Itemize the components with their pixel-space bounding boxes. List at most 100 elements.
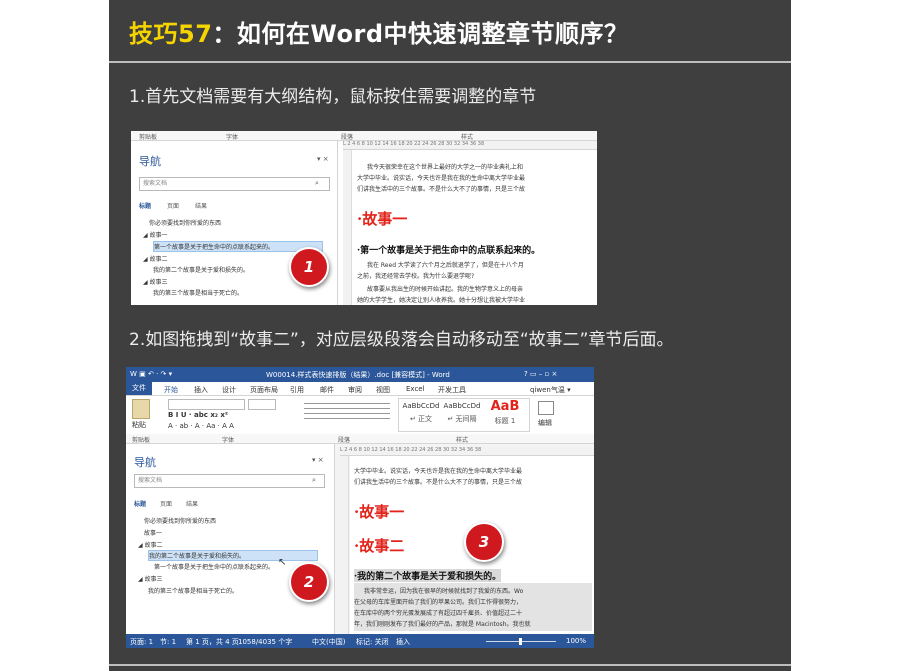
nav-heading-item[interactable]: ◢ 故事二 [138, 540, 163, 549]
tab-references[interactable]: 引用 [290, 385, 304, 395]
tab-mailings[interactable]: 邮件 [320, 385, 334, 395]
tab-headings[interactable]: 标题 [139, 201, 151, 210]
nav-close-icon[interactable]: ▾ × [312, 456, 324, 464]
status-track-changes[interactable]: 标记: 关闭 [356, 637, 389, 647]
group-label-styles: 样式 [461, 134, 474, 141]
user-account[interactable]: qiwen气温 ▾ [530, 385, 571, 395]
doc-paragraph-line: 她的大学学生，她决定让别人收养我。她十分想让我被大学毕业 [357, 297, 526, 304]
tab-pages[interactable]: 页面 [167, 201, 179, 210]
group-label-clipboard: 剪贴板 [132, 437, 151, 444]
nav-heading-item[interactable]: 你必须要找到你所爱的东西 [144, 516, 216, 525]
tab-developer[interactable]: 开发工具 [438, 385, 466, 395]
tab-review[interactable]: 审阅 [348, 385, 362, 395]
doc-heading-story-2: ·故事二 [354, 537, 405, 555]
styles-gallery: AaBbCcDd ↵ 正文 AaBbCcDd ↵ 无间隔 AaB 标题 1 [398, 398, 530, 432]
font-color-buttons[interactable]: A · ab · A · Aa · A A [168, 422, 234, 430]
vertical-ruler [340, 456, 349, 634]
nav-heading-item[interactable]: 故事一 [144, 528, 162, 537]
style-no-spacing[interactable]: AaBbCcDd ↵ 无间隔 [443, 402, 481, 424]
nav-heading-item[interactable]: ◢ 故事一 [143, 230, 168, 239]
vertical-ruler [343, 150, 352, 305]
nav-title: 导航 [139, 155, 161, 168]
tip-panel: 技巧57：如何在Word中快速调整章节顺序？ 1.首先文档需要有大纲结构，鼠标按… [109, 0, 791, 671]
tab-results[interactable]: 结果 [186, 499, 198, 508]
tab-pages[interactable]: 页面 [160, 499, 172, 508]
doc-paragraph-line: 我在 Reed 大学读了六个月之后就退学了，但是在十八个月 [367, 262, 524, 269]
paragraph-buttons[interactable] [304, 400, 390, 428]
status-page-of[interactable]: 第 1 页，共 4 页 [186, 637, 239, 647]
doc-paragraph-line: 们讲我生活中的三个故事。不是什么大不了的事情，只是三个故 [357, 186, 526, 193]
nav-heading-item[interactable]: 我的第二个故事是关于爱和损失的。 [153, 265, 249, 274]
font-format-buttons[interactable]: B I U · abc x₂ x² [168, 411, 228, 419]
font-name-select[interactable] [168, 399, 245, 410]
zoom-level[interactable]: 100% [566, 637, 586, 645]
doc-paragraph-line: 之前，我还经常去学校。我为什么要退学呢? [357, 273, 475, 280]
nav-heading-item[interactable]: ◢ 故事三 [138, 574, 163, 583]
group-label-font: 字体 [226, 134, 239, 141]
ribbon-group-labels: 剪贴板 字体 段落 样式 [126, 434, 594, 444]
nav-heading-item[interactable]: ◢ 故事三 [143, 277, 168, 286]
window-title: W00014.样式表快速排版（结果）.doc [兼容模式] - Word [266, 371, 450, 379]
group-label-font: 字体 [222, 437, 235, 444]
tab-view[interactable]: 视图 [376, 385, 390, 395]
tab-insert[interactable]: 插入 [194, 385, 208, 395]
doc-paragraph-line: 我非常幸运，因为我在很早的时候就找到了我爱的东西。Wo [364, 588, 524, 595]
doc-heading-story-1: ·故事一 [354, 503, 405, 521]
zoom-slider-thumb[interactable] [519, 638, 522, 645]
tab-excel[interactable]: Excel [406, 385, 425, 393]
nav-heading-item-dragged[interactable]: 第一个故事是关于把生命中的点联系起来的。 [154, 562, 274, 571]
document-area[interactable]: 我今天很荣幸在这个世界上最好的大学之一的毕业典礼上和 大学中毕业。说实话，今天也… [353, 150, 597, 305]
status-word-count[interactable]: 1058/4035 个字 [238, 637, 292, 647]
nav-close-icon[interactable]: ▾ × [317, 155, 329, 163]
ruler: L 2 4 6 8 10 12 14 16 18 20 22 24 26 28 … [343, 141, 597, 150]
doc-paragraph-line: 大学中毕业。说实话，今天也许是我在我的生命中离大学毕业最 [354, 468, 523, 475]
status-language[interactable]: 中文(中国) [312, 637, 345, 647]
ruler: L 2 4 6 8 10 12 14 16 18 20 22 24 26 28 … [340, 447, 594, 456]
paste-icon[interactable] [132, 399, 150, 419]
group-label-styles: 样式 [456, 437, 469, 444]
tab-results[interactable]: 结果 [195, 201, 207, 210]
step-1-text: 1.首先文档需要有大纲结构，鼠标按住需要调整的章节 [129, 87, 537, 107]
nav-heading-item[interactable]: 你必须要找到你所爱的东西 [149, 218, 221, 227]
binoculars-icon[interactable] [538, 401, 554, 415]
window-controls[interactable]: ? ▭ – ▫ × [524, 370, 557, 378]
doc-paragraph-line: 年，我们刚刚发布了我们最好的产品，那就是 Macintosh。我也就 [354, 621, 531, 628]
screenshot-2: W ▣ ↶ · ↷ ▾ W00014.样式表快速排版（结果）.doc [兼容模式… [126, 367, 594, 648]
tip-question: ：如何在Word中快速调整章节顺序？ [212, 20, 629, 48]
style-heading-1[interactable]: AaB 标题 1 [485, 400, 525, 426]
nav-search-input[interactable]: 搜索文档 [139, 177, 330, 191]
nav-heading-item[interactable]: ◢ 故事二 [143, 254, 168, 263]
edit-label[interactable]: 编辑 [538, 418, 552, 428]
status-page[interactable]: 页面: 1 [130, 637, 153, 647]
nav-heading-item[interactable]: 我的第三个故事是相当于死亡的。 [153, 288, 243, 297]
quick-access-toolbar[interactable]: W ▣ ↶ · ↷ ▾ [130, 370, 172, 378]
status-bar: 页面: 1 节: 1 第 1 页，共 4 页 1058/4035 个字 中文(中… [126, 634, 594, 648]
nav-heading-item-drop-target[interactable]: 我的第二个故事是关于爱和损失的。 [148, 550, 318, 561]
status-section[interactable]: 节: 1 [160, 637, 176, 647]
group-label-paragraph: 段落 [338, 437, 351, 444]
doc-heading-story-1: ·故事一 [357, 210, 408, 228]
nav-heading-item[interactable]: 我的第三个故事是相当于死亡的。 [148, 586, 238, 595]
nav-search-input[interactable]: 搜索文档 [134, 474, 325, 488]
tab-layout[interactable]: 页面布局 [250, 385, 278, 395]
step-badge-3: 3 [464, 522, 504, 562]
style-normal[interactable]: AaBbCcDd ↵ 正文 [402, 402, 440, 424]
doc-paragraph-line: 们讲我生活中的三个故事。不是什么大不了的事情，只是三个故 [354, 479, 523, 486]
status-insert-mode[interactable]: 插入 [396, 637, 410, 647]
tab-home[interactable]: 开始 [164, 385, 178, 395]
group-label-paragraph: 段落 [341, 134, 354, 141]
font-size-select[interactable] [248, 399, 276, 410]
step-badge-2: 2 [289, 562, 329, 602]
search-icon[interactable]: ⌕ [315, 179, 319, 188]
navigation-pane: 导航 ▾ × 搜索文档 ⌕ 标题 页面 结果 你必须要找到你所爱的东西 故事一 … [126, 444, 335, 634]
tab-design[interactable]: 设计 [222, 385, 236, 395]
title-bar: W ▣ ↶ · ↷ ▾ W00014.样式表快速排版（结果）.doc [兼容模式… [126, 367, 594, 382]
bottom-divider [109, 664, 791, 666]
tab-file[interactable]: 文件 [126, 382, 152, 395]
paste-label[interactable]: 粘贴 [132, 420, 146, 430]
page-title: 技巧57：如何在Word中快速调整章节顺序？ [129, 14, 629, 49]
search-icon[interactable]: ⌕ [312, 476, 316, 485]
tab-headings[interactable]: 标题 [134, 499, 146, 508]
mouse-cursor-icon: ↖ [278, 557, 287, 568]
title-divider [109, 61, 791, 63]
